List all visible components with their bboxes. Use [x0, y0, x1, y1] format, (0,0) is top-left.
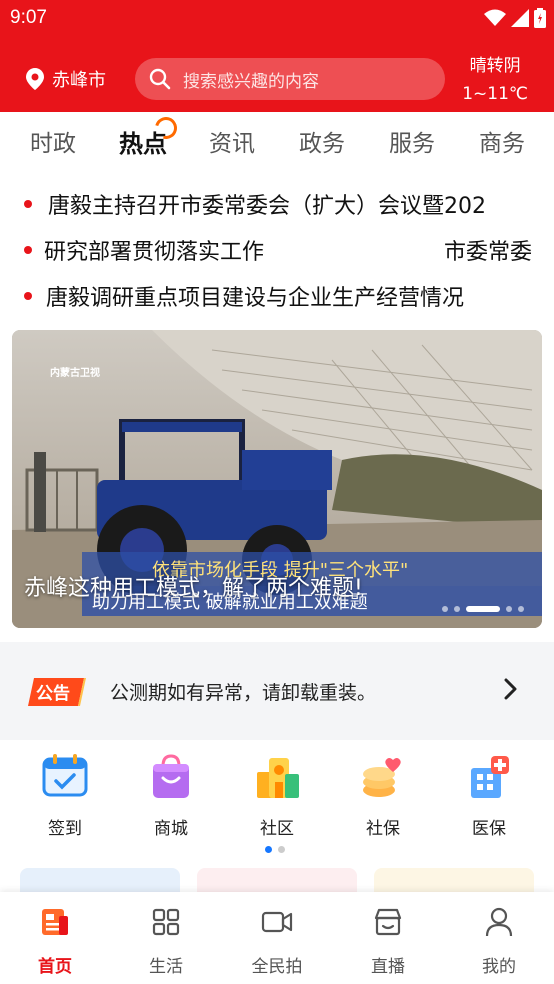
banner-dot [454, 606, 460, 612]
status-time: 9:07 [10, 7, 47, 28]
page-dot [278, 846, 285, 853]
news-title: 市委常委 [444, 240, 533, 265]
nav-label: 直播 [371, 957, 405, 977]
bottom-nav: 首页 生活 全民拍 直播 我的 [0, 892, 554, 984]
shopping-bag-icon [153, 754, 189, 798]
service-community[interactable]: 社区 [237, 752, 317, 839]
weather-widget[interactable]: 晴转阴 1~11℃ [462, 52, 528, 108]
service-checkin[interactable]: 签到 [25, 752, 105, 839]
search-input[interactable]: 搜索感兴趣的内容 [135, 58, 445, 100]
medical-insurance-icon [471, 756, 509, 798]
news-title: 研究部署贯彻落实工作 [44, 240, 265, 265]
status-icons [484, 8, 546, 28]
channel-logo: 内蒙古卫视 [50, 366, 100, 379]
community-building-icon [257, 758, 299, 798]
card-peek[interactable] [20, 868, 180, 894]
service-label: 社区 [260, 819, 294, 839]
notice-text: 公测期如有异常，请卸载重装。 [110, 682, 377, 704]
nav-label: 全民拍 [251, 957, 303, 977]
nav-home[interactable]: 首页 [10, 906, 100, 977]
category-tabs: 时政 热点 资讯 政务 服务 商务 [0, 112, 554, 170]
news-item[interactable]: 研究部署贯彻落实工作 市委常委 [0, 226, 554, 272]
banner-dot [506, 606, 512, 612]
service-medical-insurance[interactable]: 医保 [449, 752, 529, 839]
service-label: 社保 [366, 819, 400, 839]
header: 赤峰市 搜索感兴趣的内容 晴转阴 1~11℃ [0, 40, 554, 112]
tab-fuwu[interactable]: 服务 [389, 124, 435, 158]
nav-capture[interactable]: 全民拍 [232, 906, 322, 977]
search-placeholder: 搜索感兴趣的内容 [183, 71, 319, 92]
card-peek[interactable] [374, 868, 534, 894]
news-item[interactable]: 唐毅主持召开市委常委会（扩大）会议暨202 [0, 180, 554, 226]
nav-life[interactable]: 生活 [121, 906, 211, 977]
banner-caption: 赤峰这种用工模式，解了两个难题! [24, 576, 363, 601]
news-item[interactable]: 唐毅调研重点项目建设与企业生产经营情况 [0, 272, 554, 318]
tab-zixun[interactable]: 资讯 [209, 124, 255, 158]
search-icon [149, 68, 171, 90]
location-pin-icon [26, 68, 44, 90]
tab-zhengwu[interactable]: 政务 [299, 124, 345, 158]
card-peek[interactable] [197, 868, 357, 894]
weather-temperature: 1~11℃ [462, 84, 528, 104]
banner-pagination [442, 606, 524, 612]
tab-shizheng[interactable]: 时政 [30, 124, 76, 158]
announcement-tag-icon: 公告 [28, 678, 86, 706]
bullet-icon [24, 246, 32, 254]
location-selector[interactable]: 赤峰市 [26, 66, 106, 92]
grid-icon [152, 908, 180, 936]
service-label: 医保 [472, 819, 506, 839]
banner-dot [442, 606, 448, 612]
calendar-check-icon [42, 754, 88, 797]
service-label: 商城 [154, 819, 188, 839]
page-dot-active [265, 846, 272, 853]
nav-profile[interactable]: 我的 [454, 906, 544, 977]
news-title: 唐毅调研重点项目建设与企业生产经营情况 [46, 286, 465, 311]
battery-icon [534, 8, 546, 28]
tab-shangwu[interactable]: 商务 [479, 124, 525, 158]
cards-peek [0, 868, 554, 894]
chevron-right-icon[interactable] [504, 678, 518, 700]
news-home-icon [42, 909, 68, 935]
news-title: 唐毅主持召开市委常委会（扩大）会议暨202 [48, 194, 486, 219]
weather-description: 晴转阴 [469, 56, 521, 76]
location-label: 赤峰市 [52, 70, 106, 91]
wifi-icon [484, 9, 506, 26]
live-store-icon [374, 908, 402, 936]
banner-dot [518, 606, 524, 612]
notice-tag-label: 公告 [36, 683, 70, 704]
nav-label: 我的 [482, 957, 516, 977]
video-camera-icon [261, 911, 293, 933]
signal-icon [511, 9, 529, 27]
status-bar: 9:07 [0, 0, 554, 40]
nav-live[interactable]: 直播 [343, 906, 433, 977]
notice-bar[interactable]: 公告 公测期如有异常，请卸载重装。 [0, 642, 554, 740]
user-icon [485, 907, 513, 937]
headline-banner[interactable]: 依靠市场化手段 提升"三个水平" 助力用工模式 破解就业用工双难题 内蒙古卫视 … [12, 330, 542, 628]
service-grid: 签到 商城 社区 社保 医保 [0, 740, 554, 870]
bullet-icon [24, 292, 32, 300]
banner-dot-active [466, 606, 500, 612]
service-social-security[interactable]: 社保 [343, 752, 423, 839]
bullet-icon [24, 200, 32, 208]
service-mall[interactable]: 商城 [131, 752, 211, 839]
service-pagination [265, 846, 285, 853]
nav-label: 生活 [149, 957, 183, 977]
service-label: 签到 [48, 819, 82, 839]
social-security-icon [363, 758, 401, 797]
nav-label: 首页 [38, 957, 72, 977]
